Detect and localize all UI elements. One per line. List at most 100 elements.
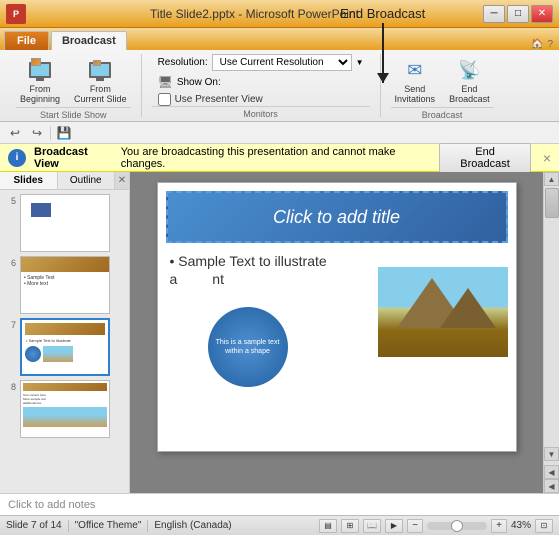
slide-title-area: Click to add title — [166, 191, 508, 243]
slides-list: 5 6 • Sample Text• More text — [0, 190, 129, 493]
slide5-content — [21, 195, 109, 251]
expand-button[interactable]: ◀ — [544, 465, 559, 479]
redo-button[interactable]: ↪ — [28, 124, 46, 142]
broadcast-notification-bar: i Broadcast View You are broadcasting th… — [0, 144, 559, 172]
ribbon-tabs: File Broadcast 🏠 ? — [0, 28, 559, 50]
separator-1 — [50, 126, 51, 140]
ribbon-help-icon[interactable]: 🏠 — [531, 39, 543, 50]
slide7-mountain — [43, 346, 73, 362]
slide6-header — [21, 257, 109, 272]
slide-thumb-6[interactable]: 6 • Sample Text• More text — [4, 256, 125, 314]
slide6-body: • Sample Text• More text — [21, 272, 109, 290]
send-invitations-icon: ✉ — [401, 56, 429, 84]
slide7-circle — [25, 346, 41, 362]
slide-num-6: 6 — [4, 256, 16, 268]
slide7-content: • Sample Text to illustrate — [22, 320, 108, 374]
from-current-slide-button[interactable]: FromCurrent Slide — [70, 54, 131, 107]
theme-info: "Office Theme" — [75, 520, 142, 531]
undo-button[interactable]: ↩ — [6, 124, 24, 142]
close-button[interactable]: ✕ — [531, 5, 553, 23]
panel-close-button[interactable]: ✕ — [115, 172, 129, 189]
tab-file[interactable]: File — [4, 31, 49, 50]
window-controls: ─ □ ✕ — [483, 5, 553, 23]
slide-title-text: Click to add title — [273, 207, 400, 228]
scrollbar-thumb[interactable] — [545, 188, 559, 218]
slide-sorter-button[interactable]: ⊞ — [341, 519, 359, 533]
slide-panel: Slides Outline ✕ 5 6 — [0, 172, 130, 493]
slide-preview-7[interactable]: • Sample Text to illustrate — [20, 318, 110, 376]
resolution-select[interactable]: Use Current Resolution — [212, 54, 352, 71]
from-current-icon — [86, 56, 114, 84]
end-broadcast-ribbon-icon: 📡 — [455, 56, 483, 84]
quick-access-bar: ↩ ↪ 💾 — [0, 122, 559, 144]
slideshow-view-button[interactable]: ▶ — [385, 519, 403, 533]
scrollbar-track — [544, 186, 559, 447]
status-sep-2 — [147, 520, 148, 532]
slide5-blue-box — [31, 203, 51, 217]
tab-broadcast[interactable]: Broadcast — [51, 31, 127, 50]
fit-window-button[interactable]: ⊡ — [535, 519, 553, 533]
zoom-slider[interactable] — [427, 522, 487, 530]
scroll-down-button[interactable]: ▼ — [544, 447, 559, 461]
resolution-label: Resolution: — [158, 57, 208, 68]
slide-main-area: Click to add title • Sample Text to illu… — [130, 172, 543, 493]
from-current-label: FromCurrent Slide — [74, 85, 127, 105]
ribbon-group-start-slide-show: FromBeginning FromCurrent Slide Start Sl… — [6, 54, 142, 117]
tab-outline[interactable]: Outline — [58, 172, 116, 189]
end-broadcast-ribbon-label: EndBroadcast — [449, 85, 490, 105]
slide8-header — [23, 383, 107, 391]
zoom-in-button[interactable]: + — [491, 519, 507, 533]
slide8-image — [23, 407, 107, 427]
main-content-area: Slides Outline ✕ 5 6 — [0, 172, 559, 493]
from-beginning-icon — [26, 56, 54, 84]
from-beginning-button[interactable]: FromBeginning — [16, 54, 64, 107]
slide7-header — [25, 323, 105, 335]
tab-slides[interactable]: Slides — [0, 172, 58, 189]
resolution-row: Resolution: Use Current Resolution ▼ — [158, 54, 364, 71]
slide-preview-5[interactable] — [20, 194, 110, 252]
mountain2 — [440, 288, 496, 328]
maximize-button[interactable]: □ — [507, 5, 529, 23]
app-icon: P — [6, 4, 26, 24]
slide-body: • Sample Text to illustrate a nt This is… — [158, 247, 516, 452]
start-slideshow-buttons: FromBeginning FromCurrent Slide — [16, 54, 131, 107]
mountain-background — [378, 267, 508, 357]
slide-thumb-8[interactable]: 8 Text content hereMore sample textaddit… — [4, 380, 125, 438]
send-invitations-button[interactable]: ✉ SendInvitations — [391, 54, 440, 107]
notes-placeholder: Click to add notes — [8, 499, 95, 511]
slide-preview-8[interactable]: Text content hereMore sample textadditio… — [20, 380, 110, 438]
ribbon-group-monitors: Resolution: Use Current Resolution ▼ 🖥 S… — [142, 54, 381, 117]
slide-thumb-5[interactable]: 5 — [4, 194, 125, 252]
window-title: Title Slide2.pptx - Microsoft PowerPoint — [26, 7, 483, 21]
save-button[interactable]: 💾 — [55, 124, 73, 142]
send-invitations-label: SendInvitations — [395, 85, 436, 105]
start-slideshow-group-label: Start Slide Show — [16, 107, 131, 120]
scroll-up-button[interactable]: ▲ — [544, 172, 559, 186]
status-right-area: ▤ ⊞ 📖 ▶ − + 43% ⊡ — [319, 519, 553, 533]
normal-view-button[interactable]: ▤ — [319, 519, 337, 533]
broadcast-view-label: Broadcast View — [34, 146, 113, 170]
ribbon-group-broadcast: ✉ SendInvitations 📡 EndBroadcast Broadca… — [381, 54, 504, 117]
zoom-out-button[interactable]: − — [407, 519, 423, 533]
slide-preview-6[interactable]: • Sample Text• More text — [20, 256, 110, 314]
presenter-view-label: Use Presenter View — [175, 94, 263, 105]
reading-view-button[interactable]: 📖 — [363, 519, 381, 533]
broadcast-close-button[interactable]: × — [543, 150, 551, 166]
presenter-view-checkbox[interactable] — [158, 93, 171, 106]
circle-text: This is a sample text within a shape — [208, 334, 288, 360]
slide-info: Slide 7 of 14 — [6, 520, 62, 531]
ribbon-info-icon[interactable]: ? — [547, 39, 553, 50]
end-broadcast-bar-button[interactable]: End Broadcast — [439, 143, 531, 173]
notes-area[interactable]: Click to add notes — [0, 493, 559, 515]
slide-num-8: 8 — [4, 380, 16, 392]
ribbon: FromBeginning FromCurrent Slide Start Sl… — [0, 50, 559, 122]
slide8-content: Text content hereMore sample textadditio… — [21, 381, 109, 437]
end-broadcast-ribbon-button[interactable]: 📡 EndBroadcast — [445, 54, 494, 107]
show-on-label: Show On: — [177, 77, 221, 88]
right-scrollbar: ▲ ▼ ◀ ◀ — [543, 172, 559, 493]
slide-num-7: 7 — [4, 318, 16, 330]
expand2-button[interactable]: ◀ — [544, 479, 559, 493]
minimize-button[interactable]: ─ — [483, 5, 505, 23]
slide-thumb-7[interactable]: 7 • Sample Text to illustrate — [4, 318, 125, 376]
broadcast-group-label: Broadcast — [391, 107, 494, 120]
